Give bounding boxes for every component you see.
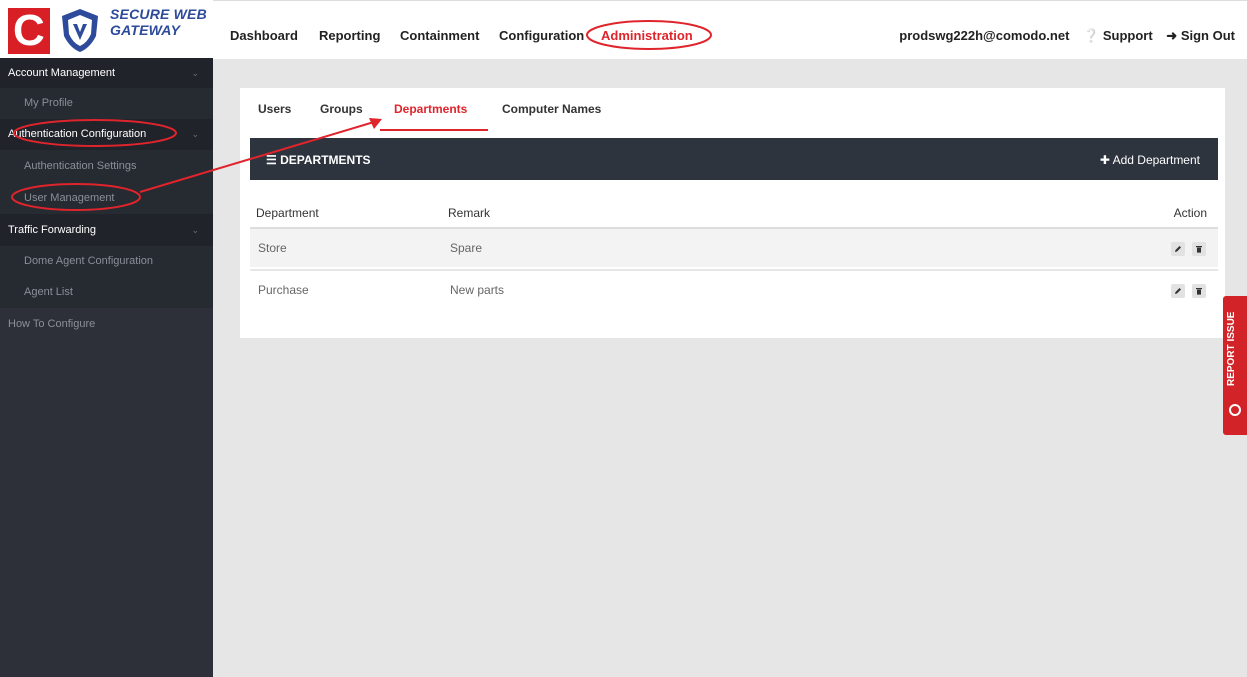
chevron-down-icon: ⌄: [191, 225, 199, 235]
chevron-down-icon: ⌄: [191, 129, 199, 139]
department-cell: Store: [258, 241, 287, 255]
comodo-logo-icon: C: [8, 6, 50, 55]
sidebar-item-traffic-forwarding[interactable]: Traffic Forwarding ⌄: [0, 214, 213, 246]
sidebar-item-account-management[interactable]: Account Management ⌄: [0, 58, 213, 88]
nav-administration[interactable]: Administration: [601, 28, 693, 43]
nav-configuration[interactable]: Configuration: [499, 28, 584, 43]
sidebar-item-agent-list[interactable]: Agent List: [0, 277, 213, 308]
panel-title: ☰ DEPARTMENTS: [266, 153, 371, 167]
nav-dashboard[interactable]: Dashboard: [230, 28, 298, 43]
remark-cell: New parts: [450, 283, 505, 297]
sidebar-item-my-profile[interactable]: My Profile: [0, 88, 213, 119]
chevron-down-icon: ⌄: [191, 68, 199, 78]
delete-icon[interactable]: [1192, 241, 1206, 256]
top-navbar: Dashboard Reporting Containment Configur…: [213, 0, 1247, 59]
remark-cell: Spare: [450, 241, 483, 255]
sidebar-item-authentication-configuration[interactable]: Authentication Configuration ⌄: [0, 119, 213, 150]
department-cell: Purchase: [258, 283, 309, 297]
add-department-button[interactable]: ✚ Add Department: [1100, 153, 1200, 167]
tab-computer-names[interactable]: Computer Names: [502, 102, 601, 116]
departments-panel-header: ☰ DEPARTMENTS ✚ Add Department: [250, 138, 1218, 180]
sidebar-item-how-to-configure[interactable]: How To Configure: [0, 308, 213, 340]
nav-containment[interactable]: Containment: [400, 28, 479, 43]
main-content: Users Groups Departments Computer Names …: [240, 88, 1225, 338]
user-menu: prodswg222h@comodo.net ❔ Support ➜ Sign …: [889, 28, 1235, 44]
report-issue-button[interactable]: REPORT ISSUE: [1223, 296, 1247, 435]
column-header-action: Action: [1173, 206, 1207, 220]
nav-reporting[interactable]: Reporting: [319, 28, 380, 43]
table-row: Purchase New parts: [250, 269, 1218, 309]
tab-users[interactable]: Users: [258, 102, 291, 116]
tab-departments[interactable]: Departments: [394, 102, 467, 116]
column-header-department[interactable]: Department: [256, 206, 319, 220]
list-icon: ☰: [266, 153, 277, 167]
brand-line1: SECURE WEB: [110, 6, 207, 22]
edit-icon[interactable]: [1170, 283, 1185, 298]
sidebar-item-dome-agent-configuration[interactable]: Dome Agent Configuration: [0, 246, 213, 277]
edit-icon[interactable]: [1170, 241, 1185, 256]
sidebar-item-authentication-settings[interactable]: Authentication Settings: [0, 150, 213, 183]
signout-link[interactable]: ➜ Sign Out: [1166, 28, 1235, 43]
user-email[interactable]: prodswg222h@comodo.net: [899, 28, 1069, 43]
delete-icon[interactable]: [1192, 283, 1206, 298]
sidebar: Account Management ⌄ My Profile Authentic…: [0, 58, 213, 677]
sidebar-item-user-management[interactable]: User Management: [0, 183, 213, 214]
table-row: Store Spare: [250, 227, 1218, 267]
signout-icon: ➜: [1166, 28, 1178, 43]
support-link[interactable]: ❔ Support: [1083, 28, 1153, 43]
active-tab-indicator: [380, 129, 488, 131]
logo: C SECURE WEB GATEWAY: [0, 0, 213, 58]
brand-line2: GATEWAY: [110, 22, 181, 38]
report-issue-icon: [1229, 404, 1241, 416]
plus-icon: ✚: [1099, 153, 1110, 167]
shield-logo-icon: [62, 9, 98, 52]
tab-groups[interactable]: Groups: [320, 102, 363, 116]
help-icon: ❔: [1083, 28, 1100, 43]
column-header-remark[interactable]: Remark: [448, 206, 490, 220]
